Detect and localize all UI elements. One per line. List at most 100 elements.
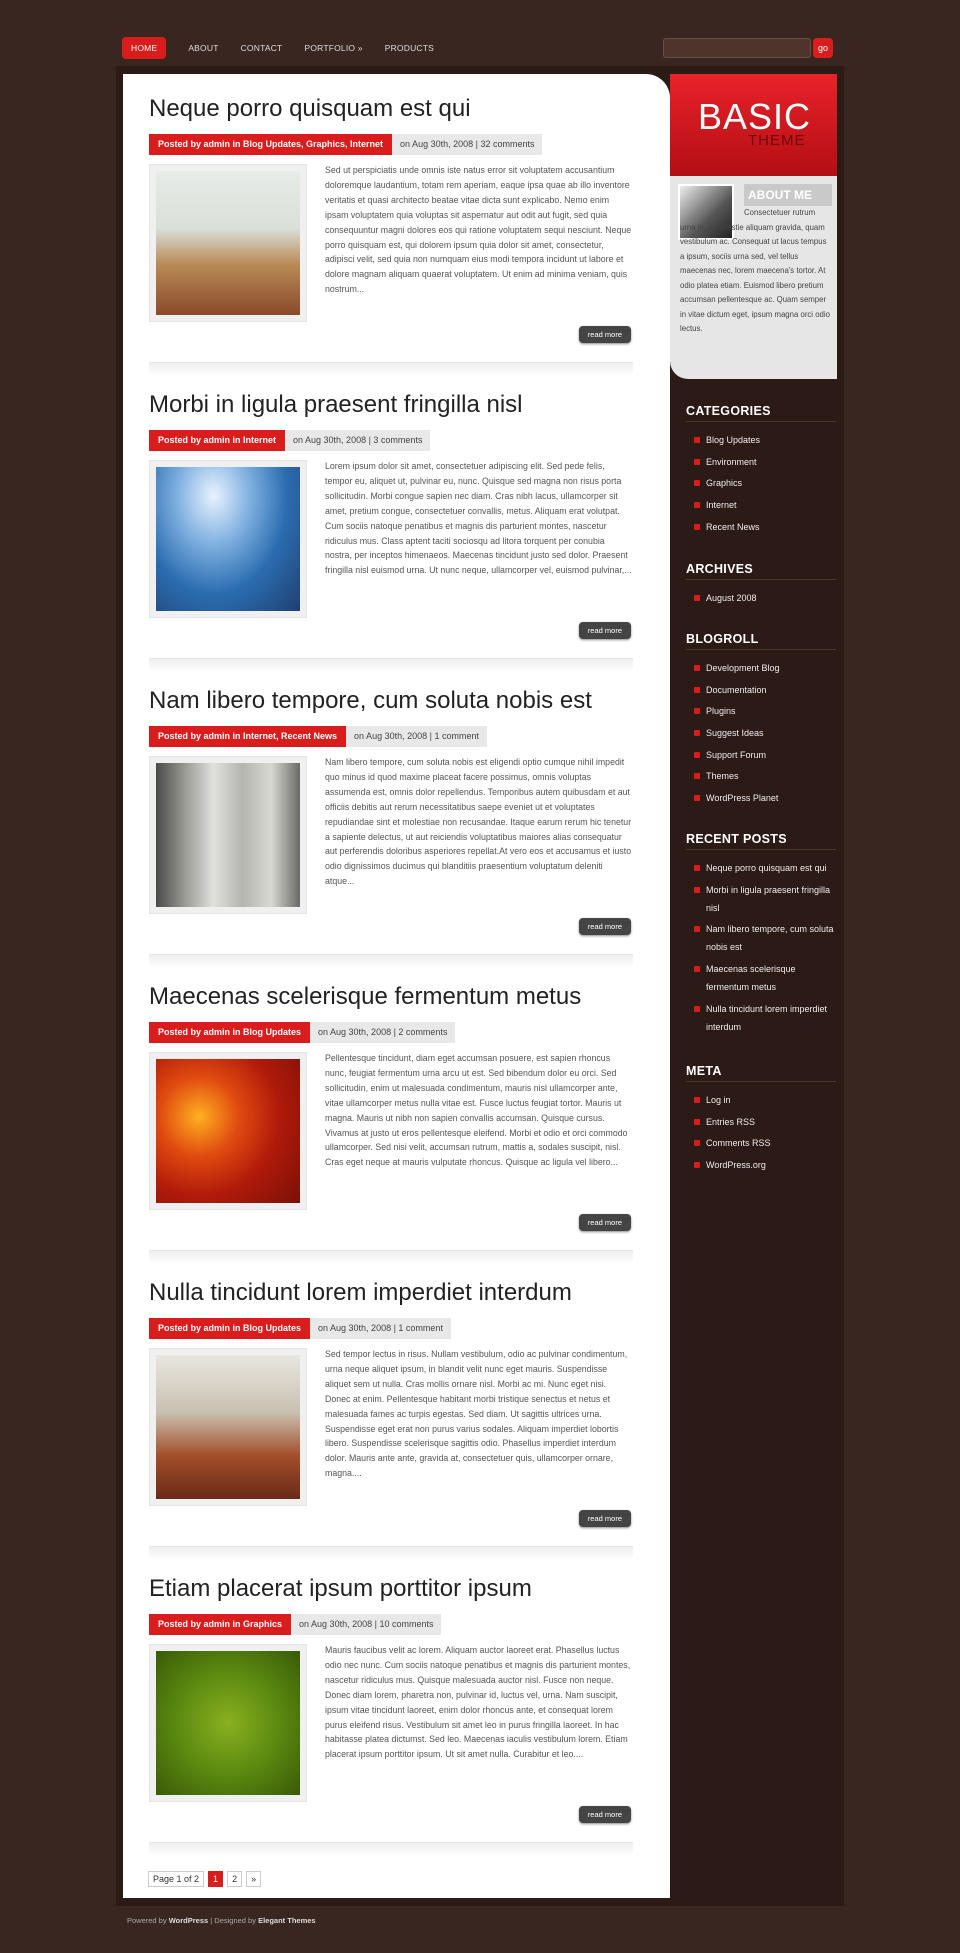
post-date-comments[interactable]: on Aug 30th, 2008 | 1 comment [346,726,487,747]
post-excerpt: Lorem ipsum dolor sit amet, consectetuer… [325,461,632,576]
post-author-categories[interactable]: Posted by admin in Blog Updates, Graphic… [149,134,393,155]
search-button[interactable]: go [813,38,833,58]
post-divider [149,1842,633,1856]
page-2-link[interactable]: 2 [227,1871,243,1887]
post-author-categories[interactable]: Posted by admin in Blog Updates [149,1318,311,1339]
category-link[interactable]: Graphics [686,474,836,492]
recent-posts-widget: RECENT POSTS Neque porro quisquam est qu… [686,830,836,1039]
post-1: Neque porro quisquam est qui Posted by a… [149,94,633,390]
archives-widget: ARCHIVES August 2008 [686,560,836,611]
post-author-categories[interactable]: Posted by admin in Blog Updates [149,1022,311,1043]
nav-contact[interactable]: CONTACT [241,43,283,53]
recent-post-link[interactable]: Nam libero tempore, cum soluta nobis est [686,920,836,956]
blogroll-link[interactable]: Plugins [686,702,836,720]
meta-heading: META [686,1062,836,1082]
post-author-categories[interactable]: Posted by admin in Internet [149,430,286,451]
category-link[interactable]: Blog Updates [686,431,836,449]
recent-post-link[interactable]: Morbi in ligula praesent fringilla nisl [686,881,836,917]
post-date-comments[interactable]: on Aug 30th, 2008 | 32 comments [392,134,543,155]
blogroll-link[interactable]: Suggest Ideas [686,724,836,742]
read-more-button[interactable]: read more [578,1806,631,1823]
post-title[interactable]: Neque porro quisquam est qui [149,94,633,124]
post-thumbnail[interactable] [149,460,307,618]
nav-home[interactable]: HOME [122,37,167,59]
post-excerpt: Sed ut perspiciatis unde omnis iste natu… [325,165,632,295]
autumn-trees-image [156,1355,300,1499]
blogroll-heading: BLOGROLL [686,630,836,650]
blogroll-link[interactable]: WordPress Planet [686,789,836,807]
footer-wordpress-link[interactable]: WordPress [169,1916,208,1925]
recent-post-link[interactable]: Neque porro quisquam est qui [686,859,836,877]
nav-about[interactable]: ABOUT [188,43,218,53]
site-logo[interactable]: BASIC THEME [670,74,837,176]
post-excerpt: Nam libero tempore, cum soluta nobis est… [325,757,632,887]
pagination: Page 1 of 2 1 2 » [148,1871,262,1887]
post-2: Morbi in ligula praesent fringilla nisl … [149,390,633,686]
about-me-box: ABOUT ME Consectetuer rutrum urna in, a … [670,176,837,379]
post-divider [149,658,633,672]
page-count: Page 1 of 2 [148,1871,205,1887]
post-divider [149,1250,633,1264]
read-more-button[interactable]: read more [578,622,631,639]
post-divider [149,362,633,376]
post-6: Etiam placerat ipsum porttitor ipsum Pos… [149,1574,633,1870]
top-nav: HOME ABOUT CONTACT PORTFOLIO » PRODUCTS [122,37,456,59]
search-input[interactable] [663,38,811,58]
read-more-button[interactable]: read more [578,918,631,935]
post-thumbnail[interactable] [149,756,307,914]
post-divider [149,954,633,968]
blogroll-link[interactable]: Support Forum [686,746,836,764]
post-date-comments[interactable]: on Aug 30th, 2008 | 10 comments [291,1614,442,1635]
post-thumbnail[interactable] [149,1348,307,1506]
post-date-comments[interactable]: on Aug 30th, 2008 | 1 comment [310,1318,451,1339]
blogroll-link[interactable]: Documentation [686,681,836,699]
post-author-categories[interactable]: Posted by admin in Internet, Recent News [149,726,347,747]
recent-posts-heading: RECENT POSTS [686,830,836,850]
recent-post-link[interactable]: Nulla tincidunt lorem imperdiet interdum [686,1000,836,1036]
post-thumbnail[interactable] [149,164,307,322]
post-date-comments[interactable]: on Aug 30th, 2008 | 2 comments [310,1022,456,1043]
category-link[interactable]: Environment [686,453,836,471]
category-link[interactable]: Internet [686,496,836,514]
meta-link[interactable]: WordPress.org [686,1156,836,1174]
post-excerpt: Mauris faucibus velit ac lorem. Aliquam … [325,1645,631,1760]
categories-heading: CATEGORIES [686,402,836,422]
recent-post-link[interactable]: Maecenas scelerisque fermentum metus [686,960,836,996]
meta-link[interactable]: Entries RSS [686,1113,836,1131]
nav-portfolio[interactable]: PORTFOLIO » [304,43,362,53]
read-more-button[interactable]: read more [578,1510,631,1527]
post-4: Maecenas scelerisque fermentum metus Pos… [149,982,633,1278]
post-excerpt: Pellentesque tincidunt, diam eget accums… [325,1053,628,1168]
meta-link[interactable]: Log in [686,1091,836,1109]
nav-products[interactable]: PRODUCTS [385,43,434,53]
post-author-categories[interactable]: Posted by admin in Graphics [149,1614,292,1635]
post-excerpt: Sed tempor lectus in risus. Nullam vesti… [325,1349,628,1479]
post-meta: Posted by admin in Blog Updates, Graphic… [149,134,633,155]
footer-elegant-link[interactable]: Elegant Themes [258,1916,316,1925]
leaf-droplets-image [156,1651,300,1795]
post-title[interactable]: Nam libero tempore, cum soluta nobis est [149,686,633,716]
post-thumbnail[interactable] [149,1644,307,1802]
post-title[interactable]: Nulla tincidunt lorem imperdiet interdum [149,1278,633,1308]
blogroll-link[interactable]: Themes [686,767,836,785]
archive-link[interactable]: August 2008 [686,589,836,607]
post-title[interactable]: Maecenas scelerisque fermentum metus [149,982,633,1012]
post-meta: Posted by admin in Internet on Aug 30th,… [149,430,633,451]
post-thumbnail[interactable] [149,1052,307,1210]
read-more-button[interactable]: read more [578,1214,631,1231]
blogroll-widget: BLOGROLL Development Blog Documentation … [686,630,836,811]
page-next-link[interactable]: » [246,1871,262,1887]
post-date-comments[interactable]: on Aug 30th, 2008 | 3 comments [285,430,431,451]
post-title[interactable]: Etiam placerat ipsum porttitor ipsum [149,1574,633,1604]
category-link[interactable]: Recent News [686,518,836,536]
footer-powered: Powered by [127,1916,169,1925]
read-more-button[interactable]: read more [578,326,631,343]
footer-sep: | Designed by [208,1916,259,1925]
blogroll-link[interactable]: Development Blog [686,659,836,677]
logo-subtitle: THEME [748,132,806,149]
main-content: Neque porro quisquam est qui Posted by a… [123,74,670,1898]
marigold-flowers-image [156,1059,300,1203]
meta-link[interactable]: Comments RSS [686,1134,836,1152]
post-3: Nam libero tempore, cum soluta nobis est… [149,686,633,982]
post-title[interactable]: Morbi in ligula praesent fringilla nisl [149,390,633,420]
